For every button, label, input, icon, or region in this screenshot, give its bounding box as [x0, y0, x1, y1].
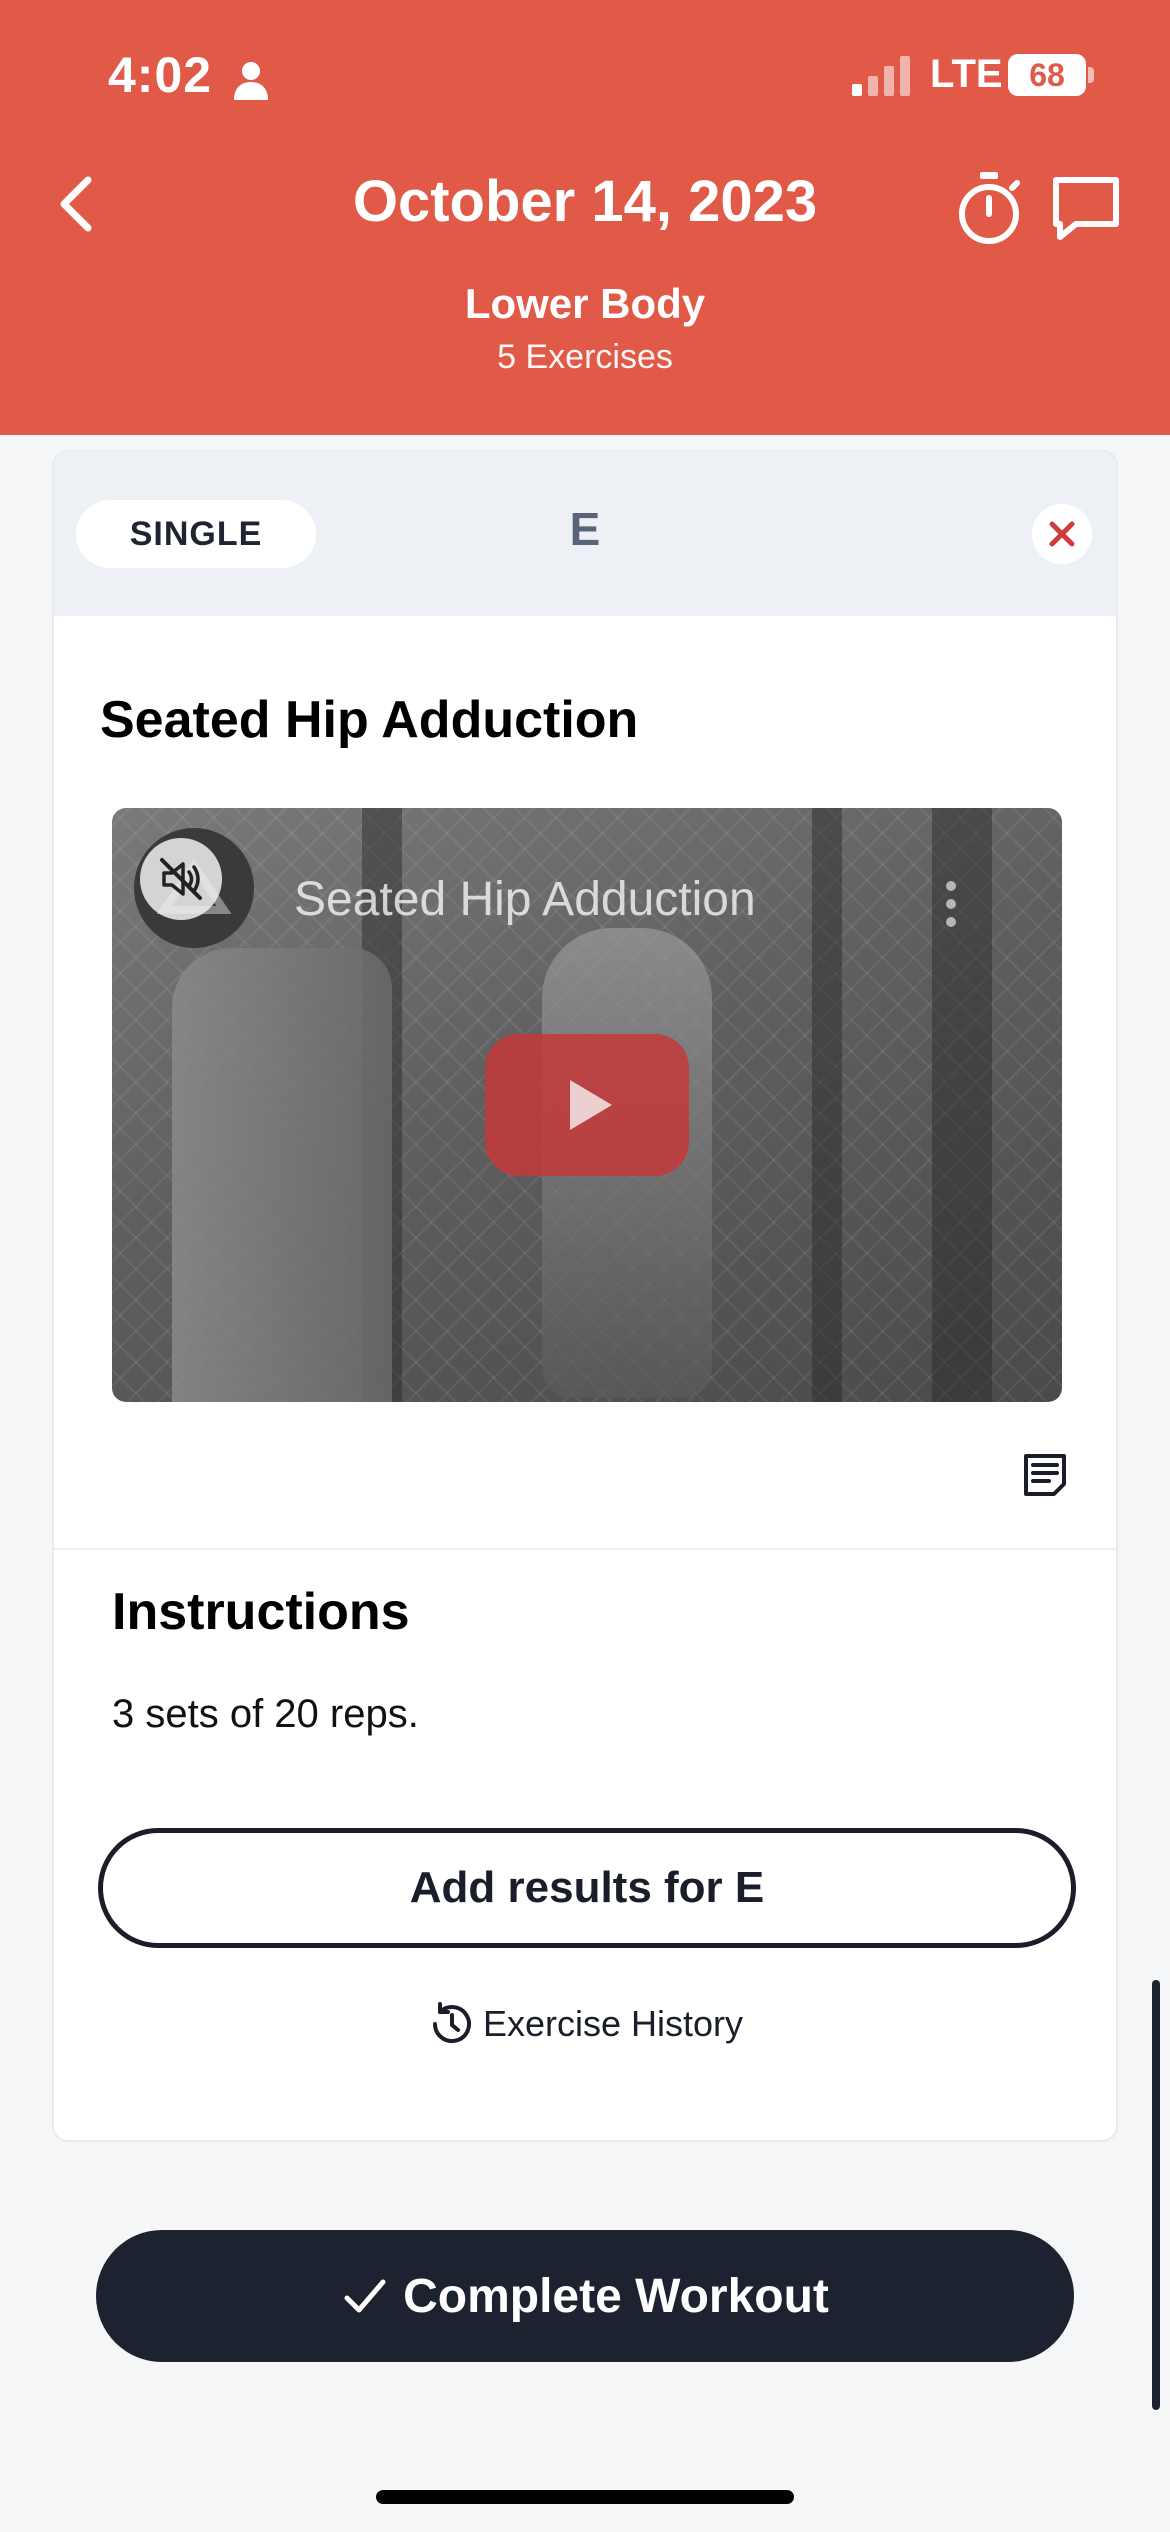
complete-workout-button[interactable]: Complete Workout [96, 2230, 1074, 2362]
video-thumbnail-machine [172, 948, 392, 1402]
play-button[interactable] [485, 1034, 689, 1176]
workout-name: Lower Body [464, 280, 706, 327]
muted-speaker-icon [160, 858, 202, 900]
person-icon [234, 62, 268, 100]
battery-cap [1088, 67, 1094, 83]
complete-workout-label: Complete Workout [403, 2269, 829, 2323]
chat-icon[interactable] [1050, 174, 1122, 242]
workout-header: 4:02 LTE 68 October 14, 2023 Lower Body … [0, 0, 1170, 435]
cellular-signal-icon [852, 56, 910, 96]
close-button[interactable] [1032, 504, 1092, 564]
home-indicator[interactable] [376, 2490, 794, 2504]
exercise-count: 5 Exercises [497, 338, 673, 376]
add-results-button[interactable]: Add results for E [98, 1828, 1076, 1948]
exercise-history-label: Exercise History [482, 2003, 744, 2044]
close-icon [1049, 521, 1075, 547]
battery-level: 68 [1008, 54, 1086, 96]
mute-button[interactable] [140, 838, 222, 920]
exercise-card: SINGLE E Seated Hip Adduction Seated Hip… [52, 450, 1118, 2142]
exercise-name: Seated Hip Adduction [100, 691, 639, 749]
video-player[interactable]: Seated Hip Adduction [112, 808, 1062, 1402]
exercise-letter: E [569, 503, 601, 555]
section-divider [54, 1548, 1116, 1550]
exercise-history-link[interactable]: Exercise History [54, 2000, 1116, 2048]
instructions-heading: Instructions [112, 1583, 410, 1641]
battery-icon: 68 [1008, 54, 1094, 96]
play-icon [570, 1080, 612, 1130]
checkmark-icon [344, 2279, 386, 2313]
more-vertical-icon[interactable] [936, 874, 966, 934]
stopwatch-icon[interactable] [954, 170, 1024, 246]
video-post [812, 808, 842, 1402]
card-header: SINGLE E [54, 452, 1116, 616]
status-time: 4:02 [108, 47, 213, 103]
instructions-text: 3 sets of 20 reps. [112, 1692, 419, 1736]
scroll-indicator[interactable] [1152, 1980, 1160, 2410]
network-type: LTE [930, 52, 1003, 96]
history-clock-icon [432, 2002, 471, 2044]
status-bar: 4:02 LTE 68 [0, 0, 1170, 150]
notes-icon[interactable] [1022, 1452, 1068, 1498]
video-title: Seated Hip Adduction [294, 873, 756, 926]
